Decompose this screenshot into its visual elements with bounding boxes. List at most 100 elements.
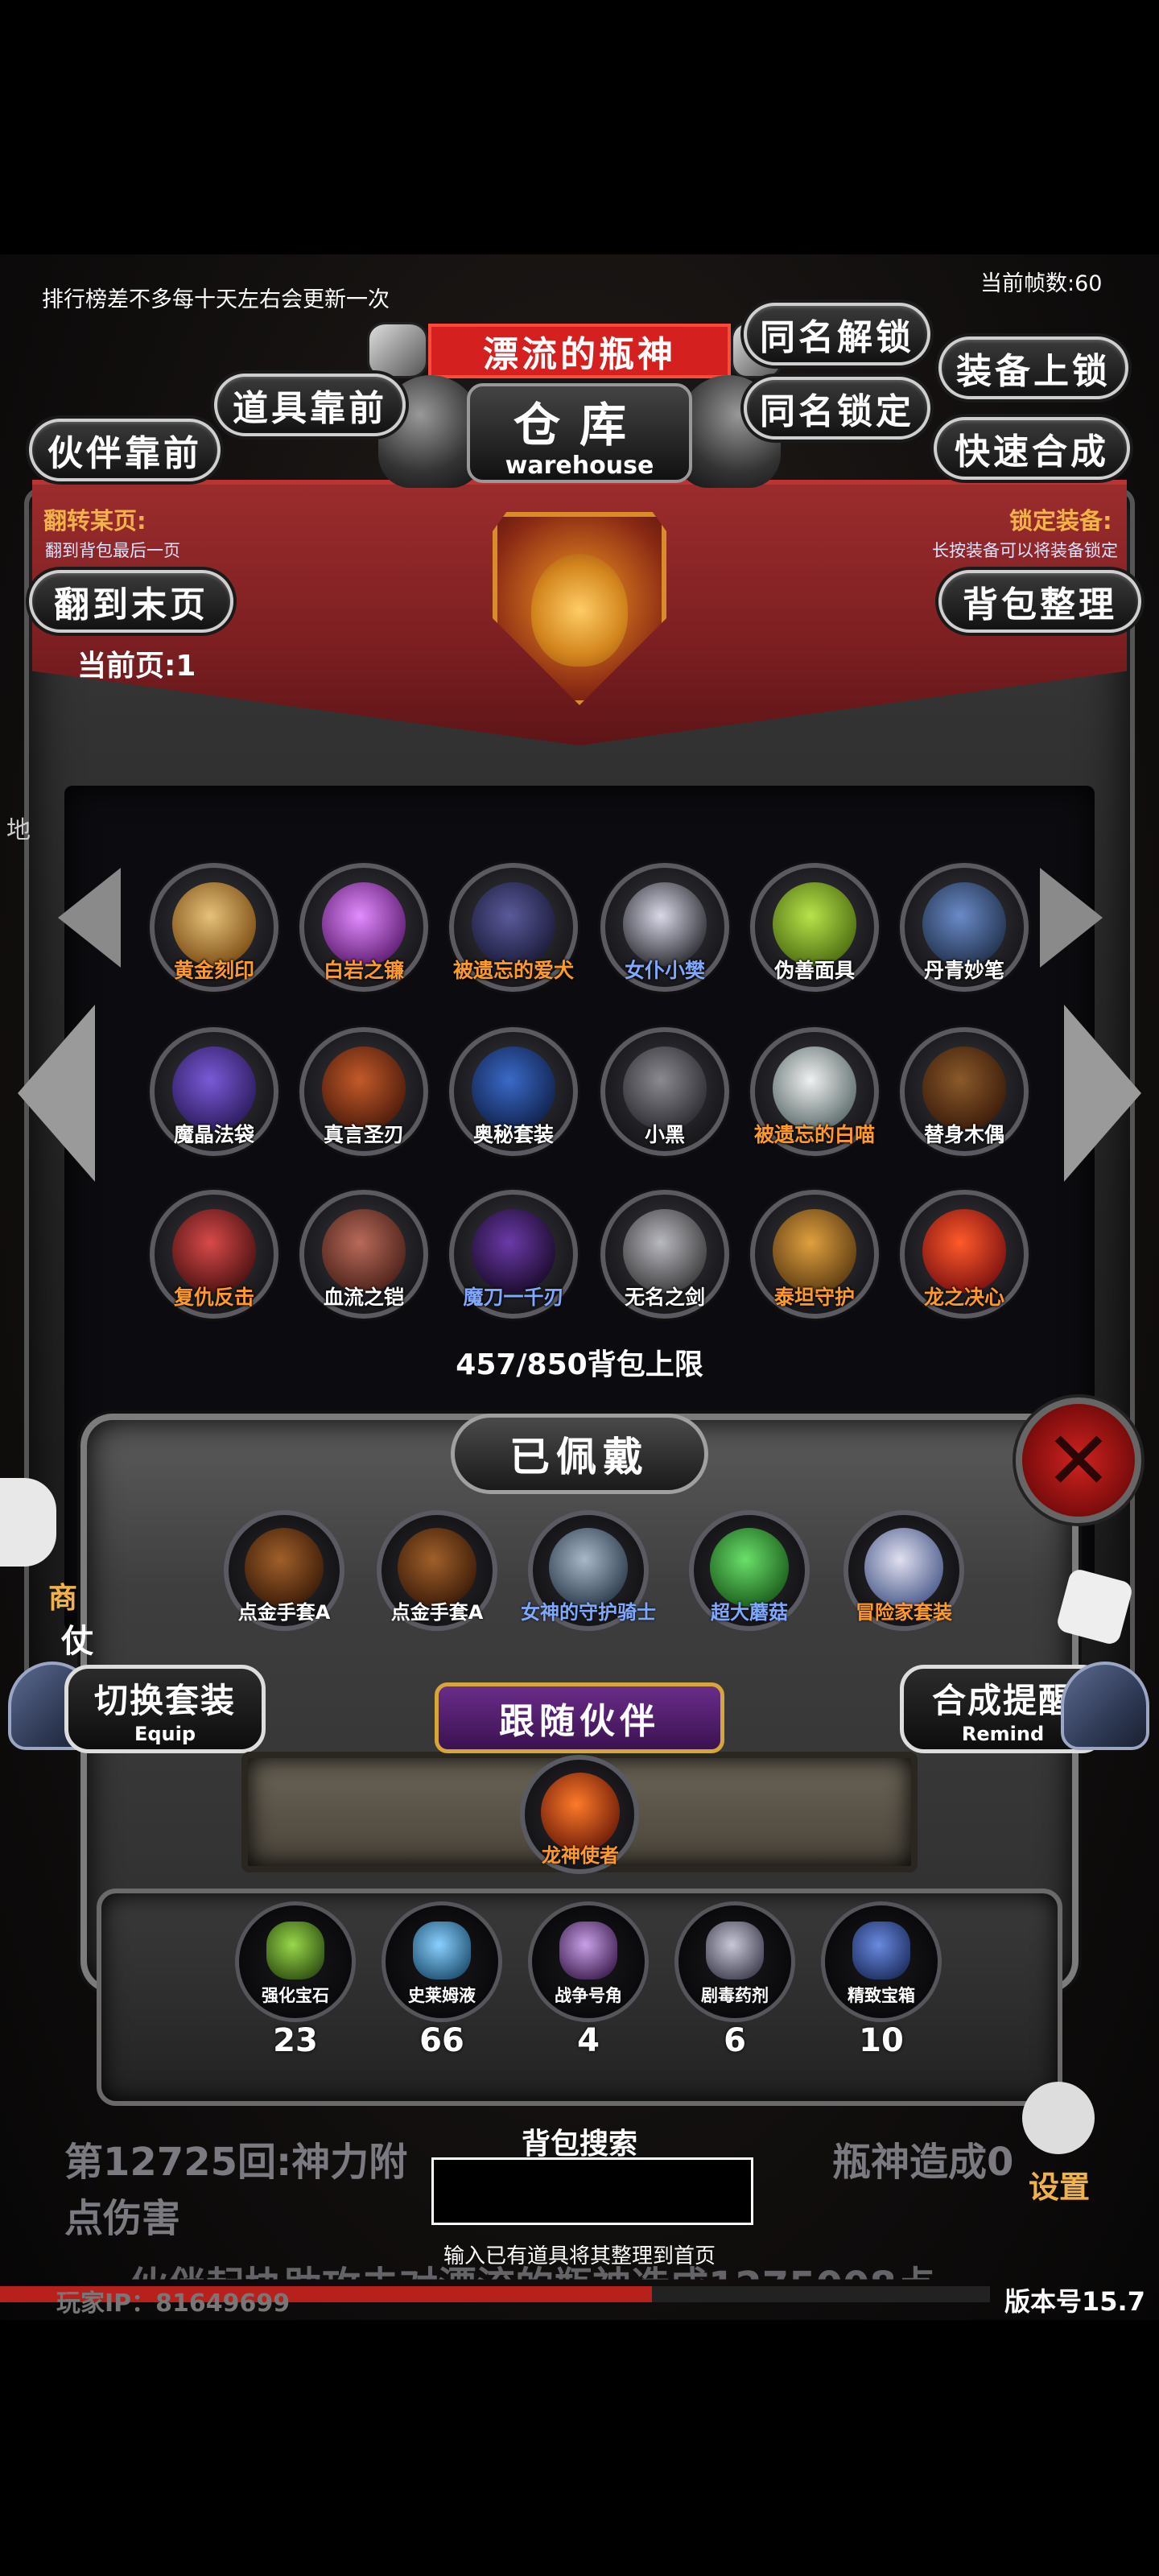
side-char: 地 (6, 816, 31, 844)
equipped-slot[interactable]: 点金手套A (377, 1510, 497, 1631)
titan-icon (773, 1209, 856, 1293)
material-name: 战争号角 (555, 1986, 622, 2005)
search-hint: 输入已有道具将其整理到首页 (443, 2244, 716, 2268)
material-count: 10 (859, 2022, 904, 2059)
inventory-slot[interactable]: 龙之决心 (900, 1190, 1029, 1319)
inventory-slot[interactable]: 血流之铠 (299, 1190, 428, 1319)
items-front-button[interactable]: 道具靠前 (214, 374, 406, 436)
follow-partner-slot[interactable]: 龙神使者 (520, 1755, 639, 1874)
follow-partner-name: 龙神使者 (542, 1844, 619, 1867)
equipped-slot[interactable]: 超大蘑菇 (689, 1510, 810, 1631)
mask-icon (773, 882, 856, 966)
shop-icon[interactable] (0, 1478, 56, 1567)
chest-icon (852, 1922, 910, 1979)
flip-page-label: 翻转某页: (43, 507, 146, 535)
bag-search-input[interactable] (431, 2157, 753, 2225)
inventory-slot[interactable]: 丹青妙笔 (900, 863, 1029, 992)
sword-icon (322, 1046, 406, 1130)
material-count: 66 (419, 2022, 464, 2059)
material-count: 23 (273, 2022, 318, 2059)
prev-page-arrow[interactable] (18, 1005, 95, 1182)
adventurer-icon (864, 1528, 943, 1607)
katana-icon (472, 1209, 555, 1293)
same-name-unlock-button[interactable]: 同名解锁 (744, 303, 930, 365)
material-name: 精致宝箱 (848, 1986, 915, 2005)
inventory-slot[interactable]: 被遗忘的白喵 (750, 1027, 879, 1156)
equipped-slot[interactable]: 点金手套A (224, 1510, 344, 1631)
material-slot[interactable]: 史莱姆液 (382, 1901, 502, 2022)
material-slot[interactable]: 战争号角 (528, 1901, 649, 2022)
inventory-slot[interactable]: 真言圣刃 (299, 1027, 428, 1156)
inventory-item-name: 血流之铠 (323, 1286, 404, 1309)
inventory-item-name: 泰坦守护 (773, 1286, 855, 1309)
inventory-slot[interactable]: 奥秘套装 (449, 1027, 578, 1156)
switch-set-sublabel: Equip (134, 1722, 196, 1745)
knight-icon (549, 1528, 628, 1607)
equipped-item-name: 点金手套A (237, 1601, 331, 1624)
equipped-slot[interactable]: 女神的守护骑士 (521, 1510, 656, 1631)
inventory-slot[interactable]: 魔晶法袋 (150, 1027, 278, 1156)
poison-icon (706, 1922, 764, 1979)
partner-front-button[interactable]: 伙伴靠前 (29, 419, 221, 481)
mushroom-icon (710, 1528, 789, 1607)
inventory-slot[interactable]: 被遗忘的爱犬 (449, 863, 578, 992)
warehouse-subtitle: warehouse (505, 451, 654, 480)
scythe-icon (322, 882, 406, 966)
close-button[interactable]: ✕ (1016, 1397, 1141, 1523)
ranking-notice: 排行榜差不多每十天左右会更新一次 (42, 287, 390, 312)
wolf-icon (472, 882, 555, 966)
quick-craft-button[interactable]: 快速合成 (934, 417, 1130, 480)
material-name: 强化宝石 (262, 1986, 329, 2005)
game-screen: 排行榜差不多每十天左右会更新一次 当前帧数:60 漂流的瓶神 仓库 wareho… (0, 254, 1159, 2320)
inventory-slot[interactable]: 复仇反击 (150, 1190, 278, 1319)
cat-icon (773, 1046, 856, 1130)
inventory-slot[interactable]: 无名之剑 (600, 1190, 729, 1319)
material-name: 剧毒药剂 (701, 1986, 769, 2005)
inventory-slot[interactable]: 泰坦守护 (750, 1190, 879, 1319)
switch-set-button[interactable]: 切换套装 Equip (64, 1665, 266, 1753)
inventory-slot[interactable]: 小黑 (600, 1027, 729, 1156)
gauntlet-icon (245, 1528, 324, 1607)
equipped-title: 已佩戴 (451, 1414, 708, 1494)
inventory-item-name: 小黑 (644, 1123, 685, 1146)
inventory-slot[interactable]: 伪善面具 (750, 863, 879, 992)
bag-capacity: 457/850背包上限 (456, 1348, 703, 1381)
brush-icon (922, 882, 1006, 966)
inventory-slot[interactable]: 魔刀一千刃 (449, 1190, 578, 1319)
bag-sort-button[interactable]: 背包整理 (938, 570, 1141, 633)
equipped-item-name: 冒险家套装 (856, 1601, 952, 1624)
craft-remind-label: 合成提醒 (931, 1680, 1074, 1720)
settings-label: 设置 (1029, 2169, 1091, 2205)
inventory-slot[interactable]: 黄金刻印 (150, 863, 278, 992)
version-number: 版本号15.7 (1004, 2286, 1145, 2317)
material-slot[interactable]: 剧毒药剂 (674, 1901, 795, 2022)
same-name-lock-button[interactable]: 同名锁定 (744, 377, 930, 440)
material-slot[interactable]: 强化宝石 (235, 1901, 356, 2022)
prev-page-small-arrow[interactable] (58, 868, 121, 968)
equipped-item-name: 女神的守护骑士 (521, 1601, 656, 1624)
next-page-arrow[interactable] (1064, 1005, 1141, 1182)
inventory-slot[interactable]: 女仆小樊 (600, 863, 729, 992)
inventory-slot[interactable]: 替身木偶 (900, 1027, 1029, 1156)
gold-seal-icon (172, 882, 256, 966)
dolphin-icon (623, 1046, 707, 1130)
warehouse-title: 仓库 (513, 397, 645, 452)
inventory-item-name: 真言圣刃 (323, 1123, 404, 1146)
inventory-slot[interactable]: 白岩之镰 (299, 863, 428, 992)
switch-set-label: 切换套装 (93, 1680, 236, 1720)
material-name: 史莱姆液 (408, 1986, 476, 2005)
inventory-item-name: 伪善面具 (773, 959, 855, 982)
inventory-item-name: 魔晶法袋 (173, 1123, 254, 1146)
horn-icon (559, 1922, 617, 1979)
equip-lock-button[interactable]: 装备上锁 (938, 336, 1128, 399)
mage-icon (172, 1046, 256, 1130)
inventory-item-name: 无名之剑 (624, 1286, 705, 1309)
inventory-item-name: 复仇反击 (173, 1286, 254, 1309)
robe-icon (472, 1046, 555, 1130)
goto-last-page-button[interactable]: 翻到末页 (29, 570, 233, 633)
inventory-item-name: 魔刀一千刃 (463, 1286, 564, 1309)
material-slot[interactable]: 精致宝箱 (821, 1901, 942, 2022)
next-page-small-arrow[interactable] (1040, 868, 1103, 968)
equipped-slot[interactable]: 冒险家套装 (843, 1510, 964, 1631)
player-ip: 玩家IP：81649699 (56, 2289, 291, 2318)
